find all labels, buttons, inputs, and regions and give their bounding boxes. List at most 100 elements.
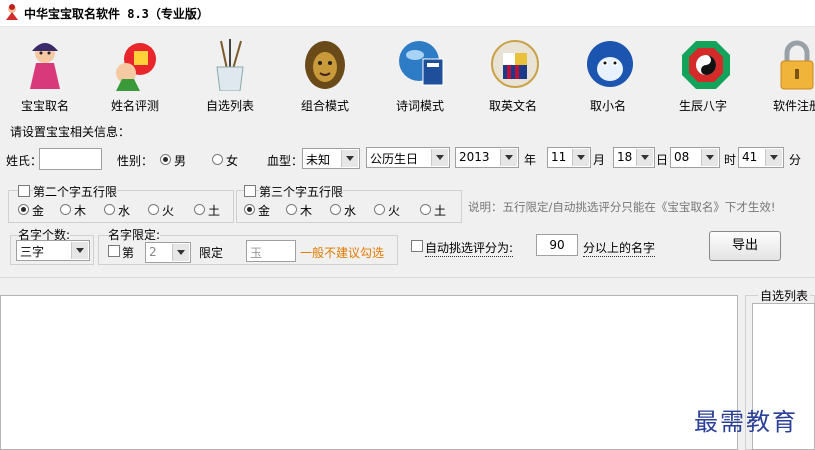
auto-score-suffix: 分以上的名字 [583, 241, 656, 257]
wuxing3-water-radio[interactable] [330, 204, 341, 215]
day-select[interactable]: 18 [613, 147, 655, 168]
wuxing3-fire-label: 火 [388, 204, 401, 218]
name-limit-title: 名字限定: [108, 226, 161, 243]
auto-score-checkbox[interactable] [411, 240, 423, 252]
gender-male-radio[interactable] [160, 154, 171, 165]
brush-pot-icon [216, 39, 244, 91]
blood-type-value: 未知 [306, 153, 331, 167]
custom-list-title: 自选列表 [758, 287, 811, 304]
main-toolbar: 宝宝取名 姓名评测 自选列表 组合模式 诗词模式 取英文名 取小名 生辰八字 软… [0, 27, 815, 117]
tool-poetry-button[interactable]: 诗词模式 [375, 27, 465, 117]
wuxing3-fire-radio[interactable] [374, 204, 385, 215]
wuxing3-earth-label: 土 [434, 204, 447, 218]
chevron-down-icon [71, 242, 88, 259]
surname-label: 姓氏： [6, 154, 43, 168]
tool-label: 取小名 [589, 99, 626, 113]
hour-value: 08 [674, 150, 690, 164]
tool-label: 组合模式 [300, 99, 349, 113]
app-icon [6, 4, 18, 20]
window-title: 中华宝宝取名软件 8.3（专业版） [24, 7, 209, 21]
tool-label: 宝宝取名 [20, 99, 69, 113]
export-button[interactable]: 导出 [709, 231, 781, 261]
wuxing3-wood-radio[interactable] [286, 204, 297, 215]
tool-label: 诗词模式 [395, 99, 444, 113]
fortune-cartoon-icon [116, 43, 156, 91]
wuxing2-earth-label: 土 [208, 204, 221, 218]
tool-english-name-button[interactable]: 取英文名 [468, 27, 558, 117]
minute-select[interactable]: 41 [738, 147, 784, 168]
name-count-select[interactable]: 三字 [16, 240, 90, 261]
wuxing3-metal-radio[interactable] [244, 204, 255, 215]
blood-type-select[interactable]: 未知 [302, 148, 360, 169]
name-limit-check-label: 第 [122, 246, 135, 260]
chevron-down-icon [765, 149, 782, 166]
month-select[interactable]: 11 [547, 147, 591, 168]
wuxing3-earth-radio[interactable] [420, 204, 431, 215]
surname-input[interactable] [39, 148, 102, 170]
results-list[interactable] [0, 295, 738, 450]
name-limit-checkbox[interactable] [108, 245, 120, 257]
tool-baby-naming-button[interactable]: 宝宝取名 [0, 27, 90, 117]
watermark-text: 最需教育 [694, 408, 798, 436]
wuxing3-checkbox[interactable] [244, 185, 256, 197]
wuxing3-label: 第三个字五行限 [259, 183, 344, 200]
wuxing2-earth-radio[interactable] [194, 204, 205, 215]
wuxing2-fire-radio[interactable] [148, 204, 159, 215]
barcelona-crest-icon [491, 40, 539, 88]
tool-label: 软件注册 [772, 99, 815, 113]
title-bar: 中华宝宝取名软件 8.3（专业版） [0, 0, 815, 27]
bagua-icon [682, 41, 730, 89]
month-unit: 月 [593, 153, 606, 167]
limit-warning: 一般不建议勾选 [300, 246, 385, 260]
auto-score-input[interactable]: 90 [536, 234, 578, 256]
calendar-type-value: 公历生日 [370, 152, 419, 166]
padlock-icon [780, 40, 814, 90]
day-value: 18 [617, 150, 633, 164]
wuxing2-metal-radio[interactable] [18, 204, 29, 215]
gender-female-label: 女 [226, 154, 239, 168]
blood-type-label: 血型： [267, 154, 304, 168]
auto-score-label: 自动挑选评分为: [425, 241, 514, 257]
wuxing2-water-radio[interactable] [104, 204, 115, 215]
year-unit: 年 [524, 153, 537, 167]
chevron-down-icon [431, 149, 448, 166]
minute-value: 41 [742, 150, 758, 164]
wuxing2-checkbox[interactable] [18, 185, 30, 197]
name-position-select[interactable]: 2 [145, 242, 191, 263]
tool-label: 生辰八字 [678, 99, 727, 113]
tool-combination-button[interactable]: 组合模式 [280, 27, 370, 117]
wuxing2-fire-label: 火 [162, 204, 175, 218]
tool-register-button[interactable]: 软件注册 [752, 27, 815, 117]
wuxing3-metal-label: 金 [258, 204, 271, 218]
wuxing2-water-label: 水 [118, 204, 131, 218]
name-count-value: 三字 [20, 245, 45, 259]
chevron-down-icon [500, 149, 517, 166]
calendar-type-select[interactable]: 公历生日 [366, 147, 450, 168]
tool-label: 取英文名 [488, 99, 537, 113]
tool-label: 自选列表 [205, 99, 254, 113]
section-title: 请设置宝宝相关信息： [10, 125, 131, 139]
year-select[interactable]: 2013 [455, 147, 519, 168]
chevron-down-icon [701, 149, 718, 166]
minute-unit: 分 [789, 153, 802, 167]
hour-select[interactable]: 08 [670, 147, 720, 168]
tool-birth-chart-button[interactable]: 生辰八字 [658, 27, 748, 117]
lion-mascot-icon [305, 41, 345, 89]
wuxing3-wood-label: 木 [300, 204, 313, 218]
gender-female-radio[interactable] [212, 154, 223, 165]
name-position-value: 2 [149, 245, 157, 259]
day-unit: 日 [656, 153, 669, 167]
wuxing-note: 说明：五行限定/自动挑选评分只能在《宝宝取名》下才生效! [468, 200, 776, 214]
blue-bird-icon [587, 41, 633, 87]
limit-char-input[interactable]: 玉 [246, 240, 296, 262]
name-limit-label: 限定 [199, 246, 224, 260]
tool-custom-list-button[interactable]: 自选列表 [185, 27, 275, 117]
chevron-down-icon [341, 150, 358, 167]
tool-nickname-button[interactable]: 取小名 [563, 27, 653, 117]
wuxing2-label: 第二个字五行限 [33, 183, 118, 200]
baby-doll-icon [30, 43, 60, 89]
wuxing2-wood-radio[interactable] [60, 204, 71, 215]
chevron-down-icon [172, 244, 189, 261]
tool-name-evaluation-button[interactable]: 姓名评测 [90, 27, 180, 117]
limit-char-placeholder: 玉 [250, 246, 263, 260]
